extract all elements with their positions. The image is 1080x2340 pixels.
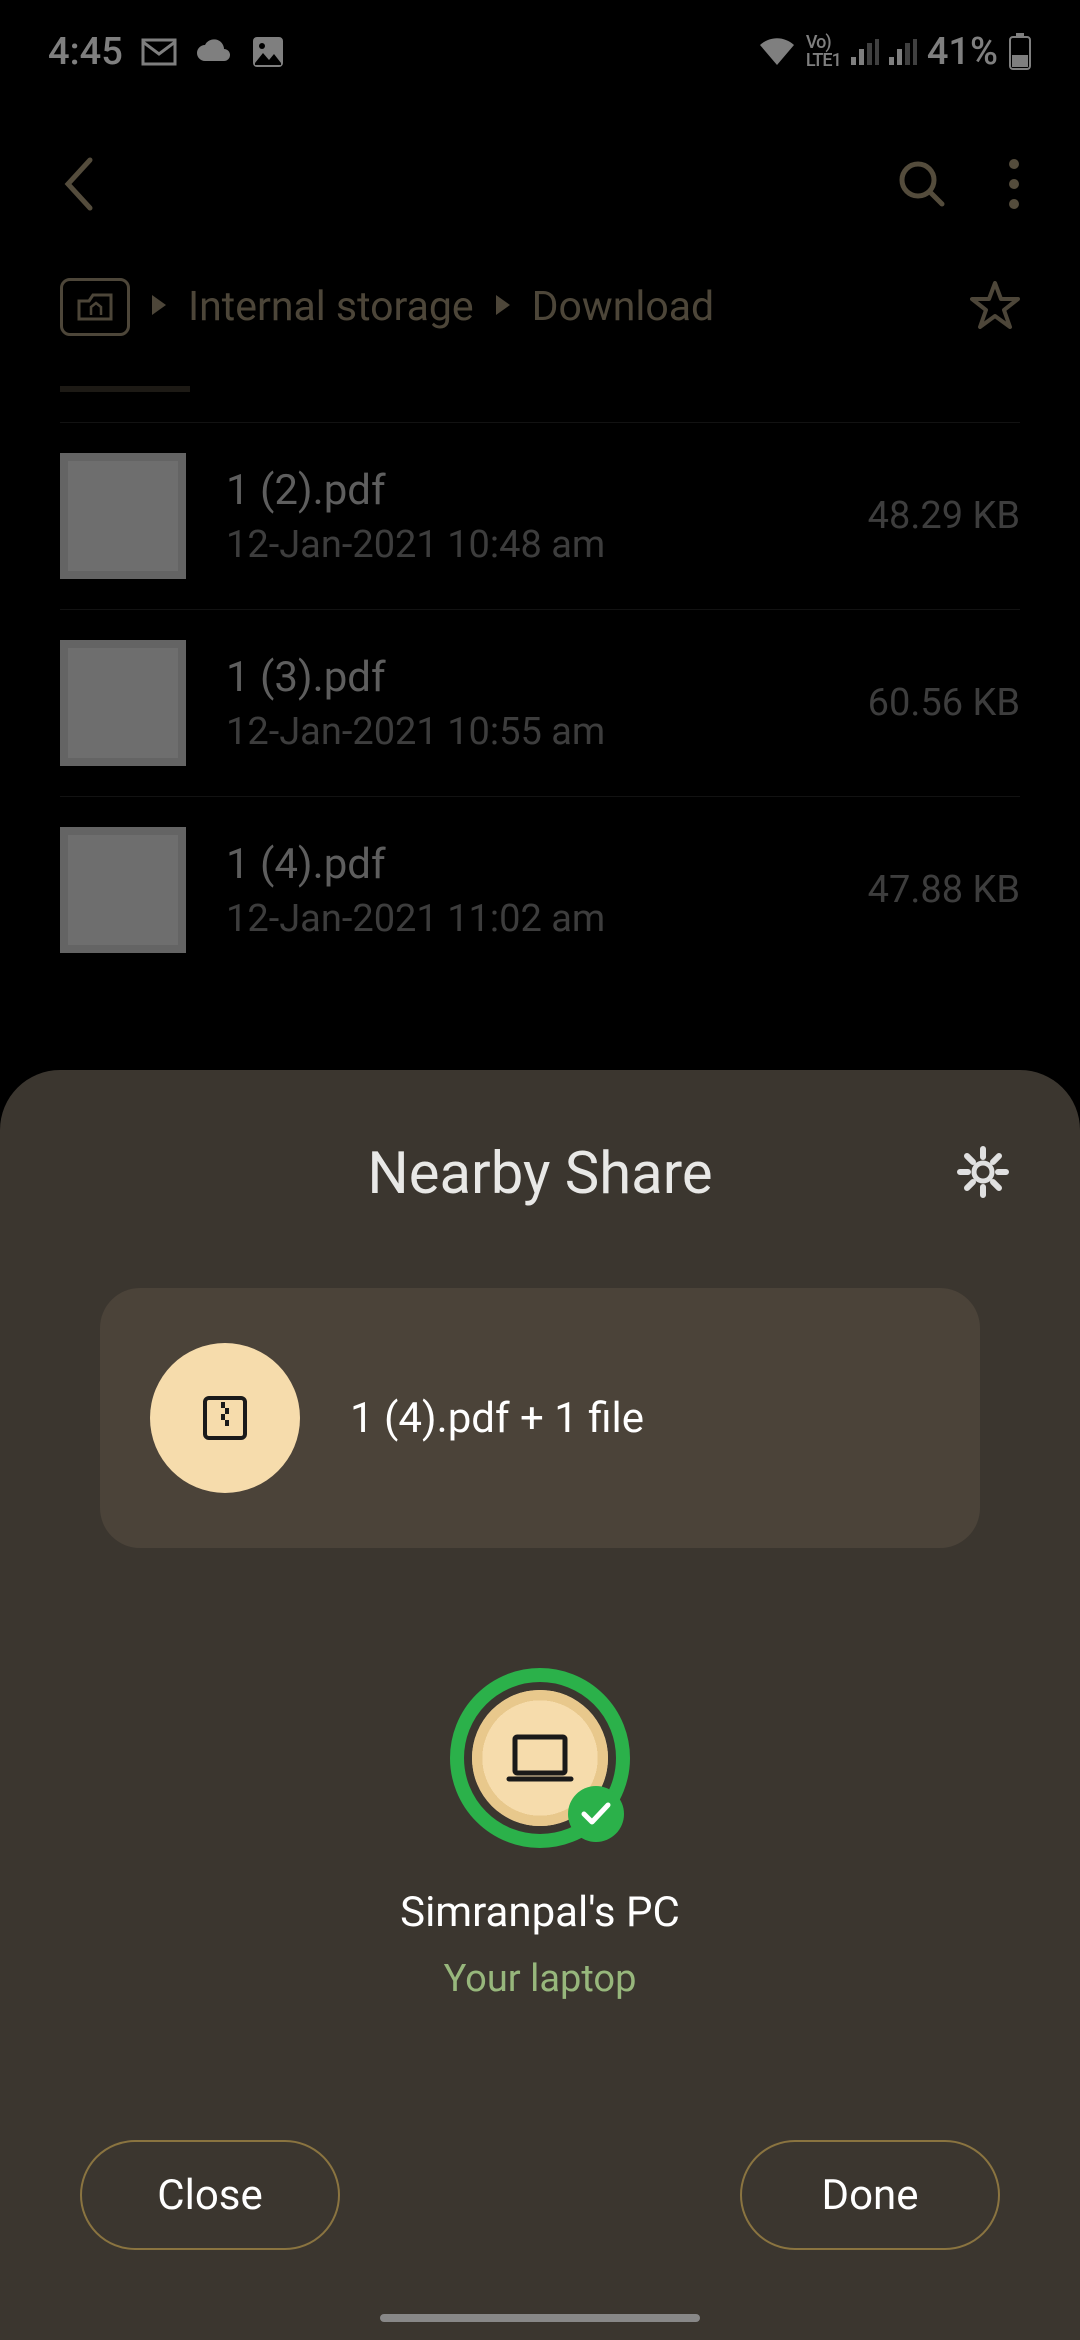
done-label: Done: [822, 2171, 919, 2220]
settings-button[interactable]: [956, 1145, 1010, 1203]
device-avatar: [450, 1668, 630, 1848]
archive-icon: [150, 1343, 300, 1493]
nearby-share-sheet: Nearby Share 1 (4).pdf + 1 file Simranpa…: [0, 1070, 1080, 2340]
device-name: Simranpal's PC: [400, 1888, 680, 1937]
device-subtitle: Your laptop: [444, 1957, 637, 2001]
target-device[interactable]: Simranpal's PC Your laptop: [70, 1668, 1010, 2001]
close-button[interactable]: Close: [80, 2140, 340, 2250]
done-button[interactable]: Done: [740, 2140, 1000, 2250]
sheet-title: Nearby Share: [367, 1140, 712, 1208]
check-icon: [568, 1786, 624, 1842]
share-payload-text: 1 (4).pdf + 1 file: [350, 1394, 644, 1443]
close-label: Close: [157, 2171, 262, 2220]
share-payload-card[interactable]: 1 (4).pdf + 1 file: [100, 1288, 980, 1548]
nav-handle[interactable]: [380, 2314, 700, 2322]
